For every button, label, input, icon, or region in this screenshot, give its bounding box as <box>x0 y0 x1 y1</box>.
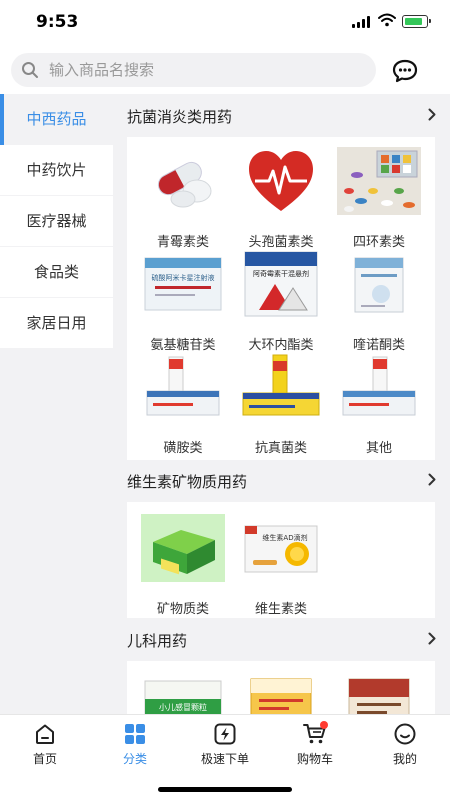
grid-item-macrolide[interactable]: 阿奇霉素干混悬剂 大环内酯类 <box>233 250 329 353</box>
section-card-antibacterial: 青霉素类 头孢菌素类 四环素类 硫酸阿米卡星注射液 氨基糖苷类 阿奇霉素干混悬剂… <box>127 137 435 460</box>
grid-item-label: 矿物质类 <box>156 602 209 617</box>
tab-cart[interactable]: 购物车 <box>270 721 360 767</box>
grid-item-label: 四环素类 <box>352 235 405 250</box>
green-medicine-box-image <box>141 514 225 582</box>
home-icon <box>36 724 54 744</box>
section-card-vitamin: 矿物质类 维生素AD滴剂 维生素类 <box>127 502 435 618</box>
cart-badge <box>320 721 328 729</box>
medicine-box-image: 阿奇霉素干混悬剂 <box>244 251 318 317</box>
medicine-box-image: 硫酸阿米卡星注射液 <box>144 257 222 311</box>
grid-item-other[interactable]: 其他 <box>331 353 427 456</box>
box-text-vitamin: 维生素AD滴剂 <box>262 533 307 542</box>
sidebar-item-western-medicine[interactable]: 中西药品 <box>0 94 113 145</box>
chevron-right-icon[interactable] <box>428 632 436 645</box>
chevron-right-icon[interactable] <box>428 108 436 121</box>
grid-item-aminoglycoside[interactable]: 硫酸阿米卡星注射液 氨基糖苷类 <box>135 250 231 353</box>
grid-item-label: 抗真菌类 <box>254 441 307 456</box>
ointment-tube-image <box>146 356 220 416</box>
grid-item-vitamins[interactable]: 维生素AD滴剂 维生素类 <box>233 514 329 617</box>
message-icon[interactable] <box>392 59 418 83</box>
grid-item-pediatric-1[interactable]: 小儿感冒颗粒 <box>135 675 231 714</box>
tab-label: 极速下单 <box>200 752 249 766</box>
medicine-box-image <box>354 257 404 313</box>
tab-label: 首页 <box>32 752 57 766</box>
heart-pulse-image <box>249 151 313 211</box>
tab-home[interactable]: 首页 <box>0 723 90 767</box>
grid-item-antifungal[interactable]: 抗真菌类 <box>233 353 329 456</box>
section-title-antibacterial: 抗菌消炎类用药 <box>127 108 233 126</box>
pediatric-box-image: 小儿感冒颗粒 <box>144 680 222 714</box>
grid-item-label: 维生素类 <box>254 602 307 617</box>
search-icon <box>22 62 38 78</box>
search-input[interactable] <box>49 53 359 87</box>
grid-item-sulfonamide[interactable]: 磺胺类 <box>135 353 231 456</box>
grid-item-cephalosporin[interactable]: 头孢菌素类 <box>233 147 329 250</box>
grid-item-label: 其他 <box>365 441 392 456</box>
search-box[interactable] <box>11 53 376 87</box>
grid-item-label: 氨基糖苷类 <box>150 338 216 353</box>
lightning-icon <box>214 723 236 745</box>
ointment-tube-image <box>242 354 320 416</box>
section-title-vitamin: 维生素矿物质用药 <box>127 473 248 491</box>
battery-icon <box>402 15 431 28</box>
grid-item-label: 大环内酯类 <box>248 338 314 353</box>
pediatric-box-image <box>250 678 312 714</box>
ointment-tube-image <box>342 356 416 416</box>
grid-item-label: 喹诺酮类 <box>352 338 405 353</box>
tab-quick-order[interactable]: 极速下单 <box>180 723 270 767</box>
box-text-amikacin: 硫酸阿米卡星注射液 <box>152 273 215 282</box>
search-bar <box>0 50 450 94</box>
tab-category[interactable]: 分类 <box>90 723 180 767</box>
tab-label: 我的 <box>392 752 417 766</box>
grid-item-tetracycline[interactable]: 四环素类 <box>331 147 427 250</box>
section-title-pediatric: 儿科用药 <box>127 632 188 650</box>
tab-label: 分类 <box>122 752 147 766</box>
grid-item-pediatric-3[interactable] <box>331 675 427 714</box>
chevron-right-icon[interactable] <box>428 473 436 486</box>
sidebar-item-herbal-pieces[interactable]: 中药饮片 <box>0 145 113 196</box>
category-sidebar: 中西药品 中药饮片 医疗器械 食品类 家居日用 <box>0 94 113 714</box>
cellular-signal-icon <box>352 16 370 28</box>
tab-label: 购物车 <box>296 752 333 766</box>
home-indicator <box>158 787 292 792</box>
profile-smile-icon <box>394 723 416 745</box>
grid-item-pediatric-2[interactable] <box>233 675 329 714</box>
category-grid-icon <box>125 724 145 744</box>
pediatric-box-image <box>348 678 410 714</box>
grid-item-label: 头孢菌素类 <box>248 235 314 250</box>
grid-item-quinolone[interactable]: 喹诺酮类 <box>331 250 427 353</box>
vitamin-box-image: 维生素AD滴剂 <box>244 525 318 573</box>
box-text-erythromycin: 阿奇霉素干混悬剂 <box>253 269 309 278</box>
status-bar: 9:53 <box>0 0 450 44</box>
capsule-pill-image <box>157 161 212 208</box>
grid-item-minerals[interactable]: 矿物质类 <box>135 514 231 617</box>
tab-profile[interactable]: 我的 <box>360 723 450 767</box>
category-content: 抗菌消炎类用药 青霉素类 头孢菌素类 四环素类 硫酸阿米卡星注射液 氨基糖苷类 … <box>113 94 450 714</box>
grid-item-label: 青霉素类 <box>156 235 209 250</box>
sidebar-item-household[interactable]: 家居日用 <box>0 298 113 349</box>
section-card-pediatric: 小儿感冒颗粒 <box>127 661 435 714</box>
grid-item-label: 磺胺类 <box>163 441 203 456</box>
box-text-kids-granule: 小儿感冒颗粒 <box>159 702 207 712</box>
grid-item-penicillin[interactable]: 青霉素类 <box>135 147 231 250</box>
pills-assortment-image <box>337 147 421 215</box>
status-time: 9:53 <box>36 12 79 32</box>
sidebar-item-food[interactable]: 食品类 <box>0 247 113 298</box>
sidebar-item-medical-devices[interactable]: 医疗器械 <box>0 196 113 247</box>
wifi-icon <box>378 13 396 27</box>
